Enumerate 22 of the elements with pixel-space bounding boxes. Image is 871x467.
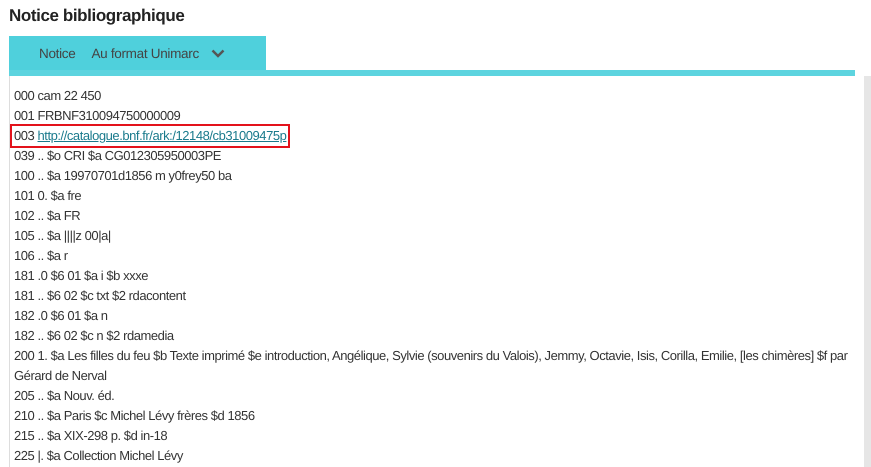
record-line: 205 .. $a Nouv. éd. [13, 387, 116, 405]
record-line: 102 .. $a FR [13, 207, 82, 225]
record-line: 105 .. $a ||||z 00|a| [13, 227, 112, 245]
record-line: 039 .. $o CRI $a CG012305950003PE [13, 147, 222, 165]
record-line: 101 0. $a fre [13, 187, 82, 205]
record-link[interactable]: http://catalogue.bnf.fr/ark:/12148/cb31009475p [38, 128, 286, 143]
record-line: 100 .. $a 19970701d1856 m y0frey50 ba [13, 167, 233, 185]
record-line: 210 .. $a Paris $c Michel Lévy frères $d 1856 [13, 407, 256, 425]
record-line: 200 1. $a Les filles du feu $b Texte imprimé $e introduction, Angélique, Sylvie (souvenirs du Valois), Jemmy, Octavie, Isis, Corilla, Emilie, [les chimères] $f par Gérard de Nerval [13, 347, 849, 385]
record-line: 182 .0 $6 01 $a n [13, 307, 109, 325]
record-line: 215 .. $a XIX-298 p. $d in-18 [13, 427, 168, 445]
record-line: 181 .. $6 02 $c txt $2 rdacontent [13, 287, 187, 305]
record-line: 106 .. $a r [13, 247, 69, 265]
field-tag: 003 [14, 128, 34, 143]
page-title: Notice bibliographique [9, 6, 184, 26]
record-line: 181 .0 $6 01 $a i $b xxxe [13, 267, 150, 285]
record-line: 001 FRBNF310094750000009 [13, 107, 182, 125]
record-line: 225 |. $a Collection Michel Lévy [13, 447, 184, 465]
record-line: 000 cam 22 450 [13, 87, 102, 105]
tab[interactable]: Notice [39, 46, 76, 60]
record-line: 182 .. $6 02 $c n $2 rdamedia [13, 327, 176, 345]
tab[interactable]: Au format Unimarc [91, 46, 225, 60]
